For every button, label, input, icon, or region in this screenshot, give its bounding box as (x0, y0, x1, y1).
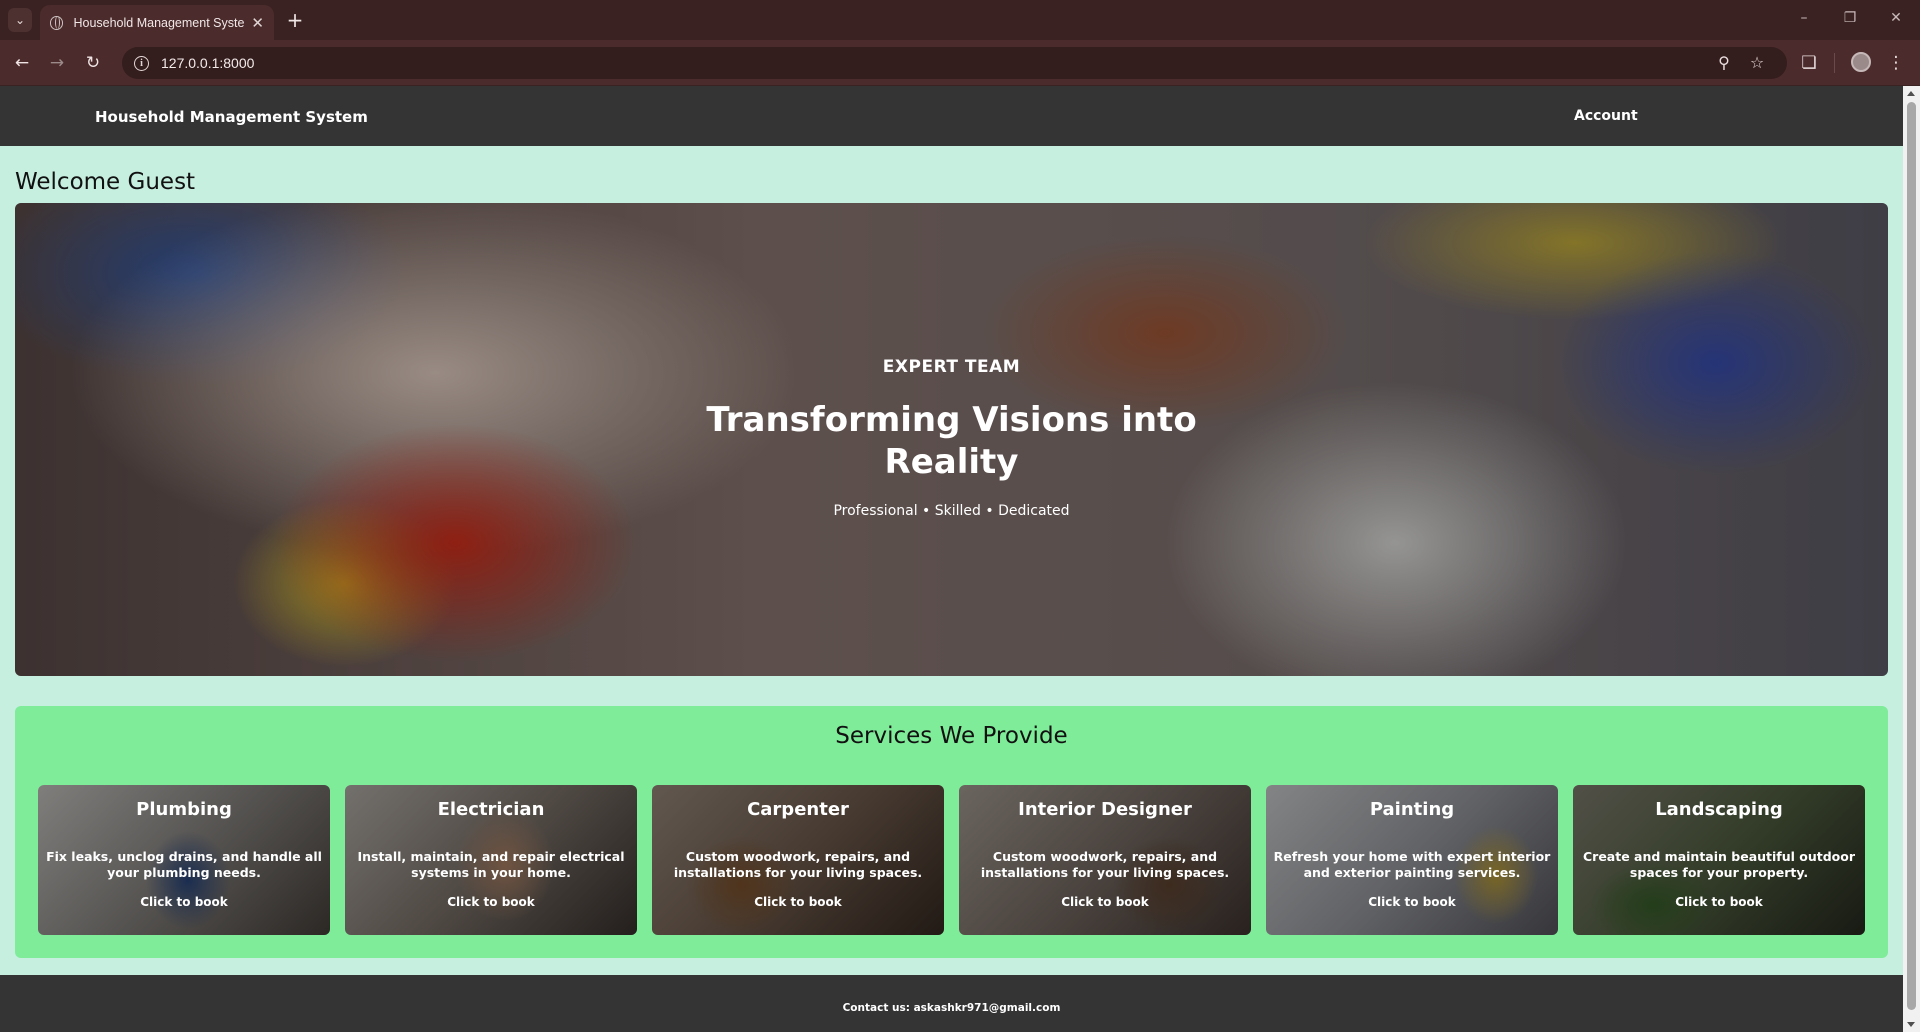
service-card-desc: Fix leaks, unclog drains, and handle all… (46, 849, 322, 880)
restore-icon[interactable]: ❐ (1838, 10, 1862, 26)
service-card-interior-designer[interactable]: Interior Designer Custom woodwork, repai… (959, 785, 1251, 935)
service-card-desc: Custom woodwork, repairs, and installati… (980, 849, 1230, 880)
service-card-title: Electrician (437, 799, 545, 820)
service-card-title: Landscaping (1655, 799, 1783, 820)
book-link[interactable]: Click to book (345, 895, 637, 909)
service-card-landscaping[interactable]: Landscaping Create and maintain beautifu… (1573, 785, 1865, 935)
services-section: Services We Provide Plumbing Fix leaks, … (15, 706, 1888, 958)
chevron-down-icon[interactable]: ⌄ (8, 8, 32, 32)
plus-icon[interactable]: + (283, 8, 307, 32)
toolbar-divider (1834, 53, 1835, 73)
services-title: Services We Provide (835, 723, 1068, 749)
page-scrollbar[interactable] (1903, 86, 1920, 1032)
service-card-title: Interior Designer (1018, 799, 1192, 820)
close-icon[interactable]: ✕ (251, 14, 264, 32)
reload-icon[interactable]: ↻ (81, 51, 105, 75)
zoom-icon[interactable]: ⚲ (1714, 53, 1734, 72)
site-footer: Contact us: askashkr971@gmail.com (0, 975, 1903, 1032)
hero-subtitle: Professional • Skilled • Dedicated (833, 503, 1070, 519)
globe-icon (50, 15, 64, 30)
info-icon[interactable]: i (134, 55, 149, 71)
hero-banner: EXPERT TEAM Transforming Visions into Re… (15, 203, 1888, 676)
service-card-desc: Refresh your home with expert interior a… (1273, 849, 1551, 880)
puzzle-icon[interactable]: ❏ (1797, 51, 1821, 75)
book-link[interactable]: Click to book (38, 895, 330, 909)
book-link[interactable]: Click to book (1266, 895, 1558, 909)
service-card-carpenter[interactable]: Carpenter Custom woodwork, repairs, and … (652, 785, 944, 935)
scroll-thumb[interactable] (1907, 102, 1916, 1010)
forward-arrow-icon[interactable]: → (45, 51, 69, 75)
hero-title: Transforming Visions into Reality (706, 400, 1197, 482)
back-arrow-icon[interactable]: ← (10, 51, 34, 75)
site-navbar: Household Management System Account (0, 86, 1903, 146)
service-card-desc: Custom woodwork, repairs, and installati… (673, 849, 923, 880)
service-card-title: Painting (1369, 799, 1455, 820)
service-card-painting[interactable]: Painting Refresh your home with expert i… (1266, 785, 1558, 935)
service-card-desc: Create and maintain beautiful outdoor sp… (1582, 849, 1856, 880)
tab-title: Household Management System (73, 15, 246, 30)
minimize-icon[interactable]: – (1792, 10, 1816, 26)
footer-contact: Contact us: askashkr971@gmail.com (842, 1002, 1061, 1014)
scroll-up-icon[interactable] (1907, 91, 1915, 96)
kebab-menu-icon[interactable]: ⋮ (1884, 51, 1908, 75)
service-card-plumbing[interactable]: Plumbing Fix leaks, unclog drains, and h… (38, 785, 330, 935)
service-card-desc: Install, maintain, and repair electrical… (357, 849, 625, 880)
service-cards: Plumbing Fix leaks, unclog drains, and h… (38, 785, 1865, 935)
window-close-icon[interactable]: ✕ (1884, 10, 1908, 26)
url-text[interactable]: 127.0.0.1:8000 (161, 55, 254, 71)
service-card-title: Carpenter (747, 799, 849, 820)
hero-content: EXPERT TEAM Transforming Visions into Re… (15, 203, 1888, 676)
book-link[interactable]: Click to book (1573, 895, 1865, 909)
brand-link[interactable]: Household Management System (95, 108, 368, 126)
service-card-electrician[interactable]: Electrician Install, maintain, and repai… (345, 785, 637, 935)
scroll-down-icon[interactable] (1907, 1022, 1915, 1027)
browser-toolbar: ← → ↻ i 127.0.0.1:8000 ⚲ ☆ ❏ ⋮ (0, 40, 1920, 86)
welcome-heading: Welcome Guest (15, 169, 196, 195)
browser-tab[interactable]: Household Management System ✕ (40, 5, 274, 40)
star-icon[interactable]: ☆ (1747, 53, 1767, 72)
avatar[interactable] (1851, 52, 1871, 72)
browser-tab-bar: ⌄ Household Management System ✕ + – ❐ ✕ (0, 0, 1920, 40)
address-bar[interactable]: i 127.0.0.1:8000 ⚲ ☆ (122, 47, 1787, 79)
book-link[interactable]: Click to book (652, 895, 944, 909)
hero-kicker: EXPERT TEAM (882, 357, 1021, 377)
book-link[interactable]: Click to book (959, 895, 1251, 909)
service-card-title: Plumbing (136, 799, 232, 820)
account-link[interactable]: Account (1574, 108, 1638, 124)
